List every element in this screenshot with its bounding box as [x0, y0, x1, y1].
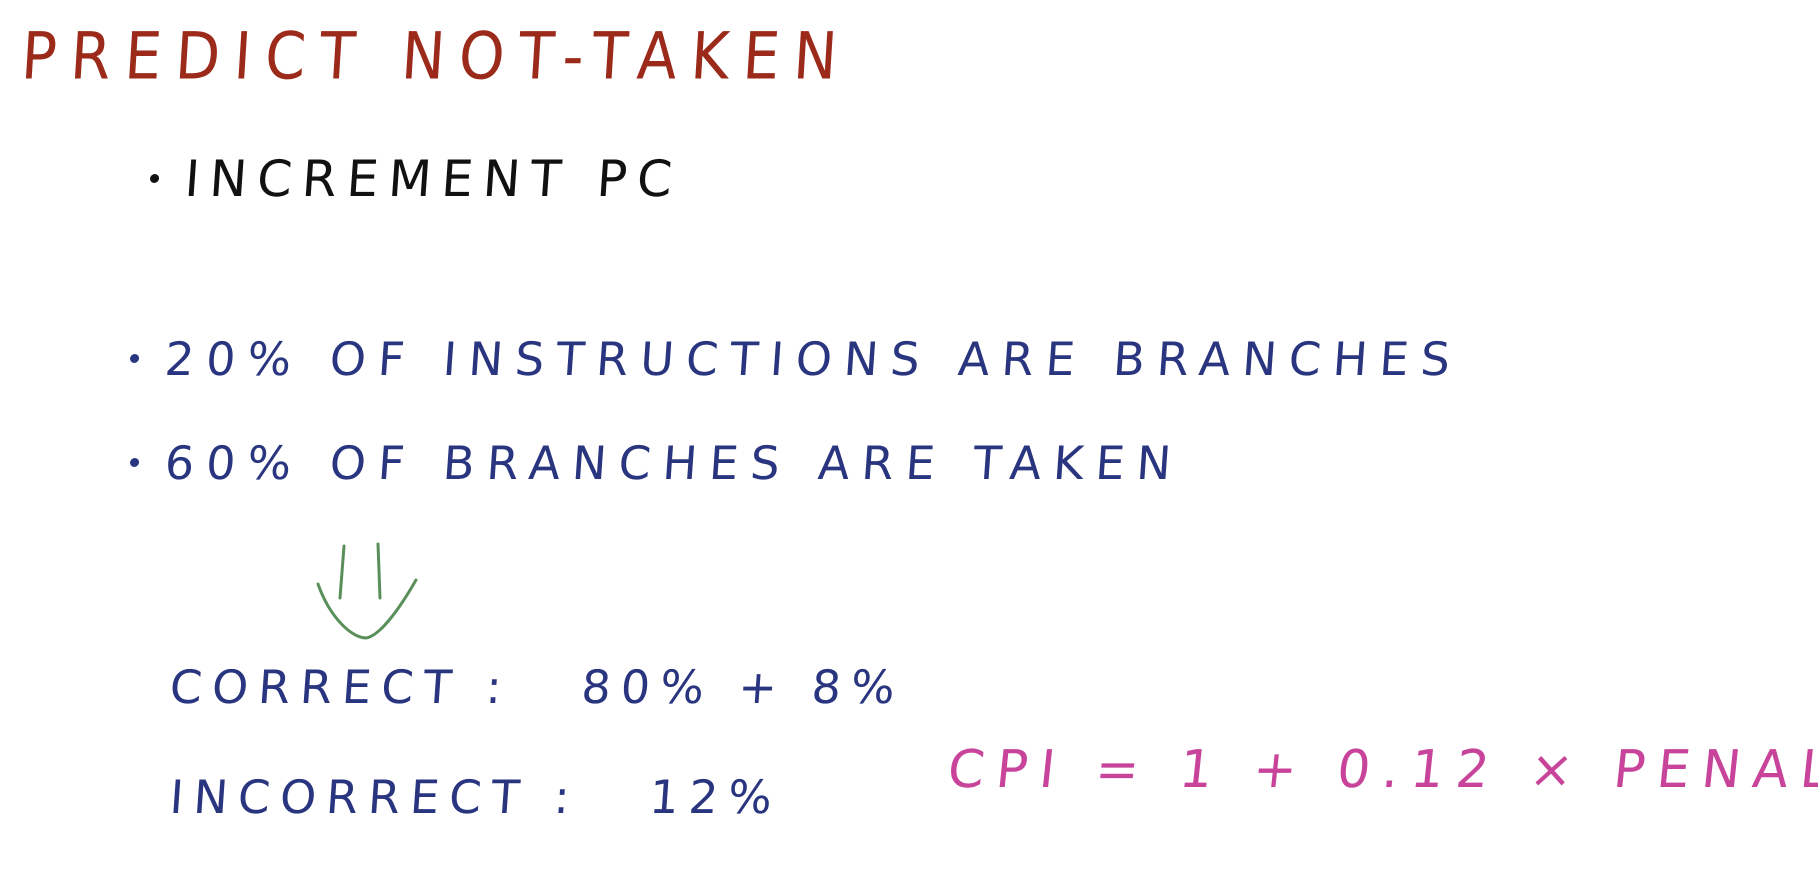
cpi-formula: CPI = 1 + 0.12 × PENALTY	[944, 740, 1818, 800]
correct-value: 80% + 8%	[579, 660, 907, 714]
incorrect-label: INCORRECT :	[168, 770, 582, 824]
whiteboard: PREDICT NOT-TAKEN INCREMENT PC 20% OF IN…	[0, 0, 1818, 894]
correct-label: CORRECT :	[168, 660, 514, 714]
bullet-dot-icon	[129, 458, 140, 467]
incorrect-row: INCORRECT : 12%	[168, 770, 784, 824]
bullet-branch-fraction: 20% OF INSTRUCTIONS ARE BRANCHES	[128, 332, 1464, 386]
correct-row: CORRECT : 80% + 8%	[168, 660, 906, 714]
bullet-dot-icon	[129, 354, 140, 363]
bullet-taken-fraction: 60% OF BRANCHES ARE TAKEN	[128, 436, 1185, 490]
bullet-dot-icon	[149, 174, 160, 183]
bullet-increment-pc: INCREMENT PC	[148, 150, 684, 208]
bullet-text: 20% OF INSTRUCTIONS ARE BRANCHES	[163, 332, 1464, 386]
down-arrow-icon	[316, 542, 418, 640]
slide-title: PREDICT NOT-TAKEN	[19, 18, 854, 95]
bullet-text: INCREMENT PC	[182, 150, 685, 208]
bullet-text: 60% OF BRANCHES ARE TAKEN	[163, 436, 1185, 490]
incorrect-value: 12%	[647, 770, 784, 824]
